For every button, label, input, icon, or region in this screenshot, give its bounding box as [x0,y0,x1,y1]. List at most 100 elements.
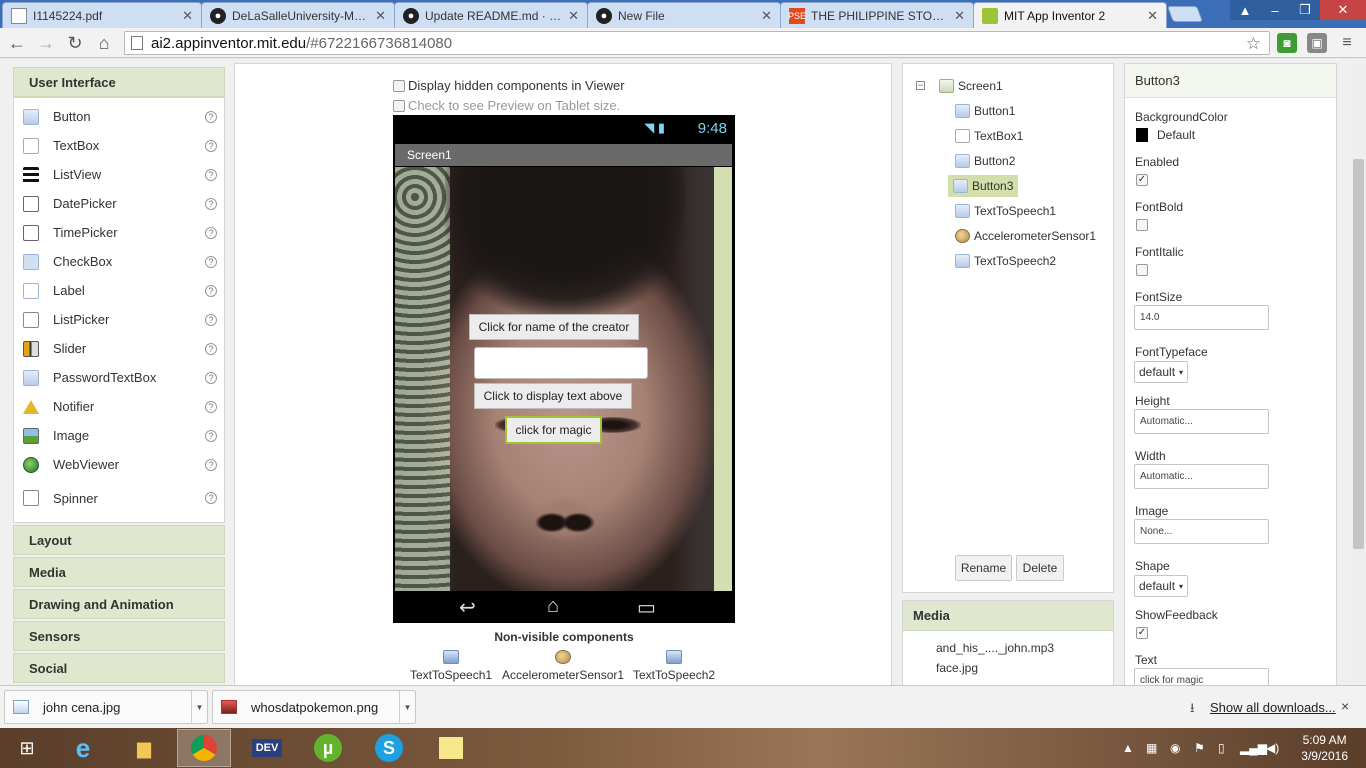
palette-item-button[interactable]: Button? [14,102,224,131]
media-file[interactable]: face.jpg [936,661,978,675]
close-tab-icon[interactable]: ✕ [182,8,193,24]
tablet-preview-toggle[interactable]: Check to see Preview on Tablet size. [393,98,620,113]
home-nav-icon[interactable]: ⌂ [547,595,559,618]
scrollbar-thumb[interactable] [1353,159,1364,549]
palette-item-datepicker[interactable]: DatePicker? [14,189,224,218]
new-tab-button[interactable] [1167,6,1203,22]
tab-github-3[interactable]: ● New File ✕ [587,2,781,28]
background-color-value[interactable]: Default [1157,128,1195,142]
tab-pse[interactable]: PSE THE PHILIPPINE STOCK EX ✕ [780,2,974,28]
bookmark-star-icon[interactable]: ☆ [1246,34,1261,54]
tab-pdf[interactable]: I1145224.pdf ✕ [2,2,202,28]
skype-icon[interactable]: S [362,729,416,767]
home-icon[interactable]: ⌂ [93,32,115,54]
palette-item-listview[interactable]: ListView? [14,160,224,189]
image-input[interactable]: None... [1134,519,1269,544]
address-bar[interactable]: ai2.appinventor.mit.edu/#672216673681408… [124,31,1270,55]
palette-item-passwordtextbox[interactable]: PasswordTextBox? [14,363,224,392]
nonvisible-accelerometer[interactable]: AccelerometerSensor1 [502,650,624,682]
palette-item-timepicker[interactable]: TimePicker? [14,218,224,247]
palette-category-social[interactable]: Social [13,653,225,683]
palette-item-image[interactable]: Image? [14,421,224,450]
enabled-checkbox[interactable]: ✓ [1136,174,1148,186]
palette-category-drawing-animation[interactable]: Drawing and Animation [13,589,225,619]
chevron-down-icon[interactable]: ▼ [191,691,207,723]
download-item[interactable]: whosdatpokemon.png ▼ [212,690,416,724]
taskbar-clock[interactable]: 5:09 AM 3/9/2016 [1301,732,1348,764]
color-swatch[interactable] [1136,128,1148,142]
user-icon[interactable]: ▲ [1230,0,1260,20]
windows-start-icon[interactable]: ⊞ [0,729,54,767]
utorrent-icon[interactable]: µ [301,729,355,767]
fonttypeface-dropdown[interactable]: default ▾ [1134,361,1189,383]
maximize-icon[interactable]: ❐ [1290,0,1320,20]
palette-category-layout[interactable]: Layout [13,525,225,555]
file-explorer-icon[interactable]: ▆ [117,729,171,767]
extension-icon[interactable]: ◙ [1277,33,1297,53]
help-icon[interactable]: ? [205,226,217,239]
extension-icon[interactable]: ▣ [1307,33,1327,53]
tree-item-textbox1[interactable]: TextBox1 [953,125,1027,147]
help-icon[interactable]: ? [205,110,217,123]
minimize-icon[interactable]: – [1260,0,1290,20]
help-icon[interactable]: ? [205,492,217,504]
close-tab-icon[interactable]: ✕ [761,8,772,24]
help-icon[interactable]: ? [205,400,217,413]
fontsize-input[interactable]: 14.0 [1134,305,1269,330]
app-button1[interactable]: Click for name of the creator [469,314,639,340]
help-icon[interactable]: ? [205,371,217,384]
show-hidden-components-toggle[interactable]: Display hidden components in Viewer [393,78,625,93]
close-tab-icon[interactable]: ✕ [954,8,965,24]
palette-item-label[interactable]: Label? [14,276,224,305]
menu-icon[interactable]: ≡ [1337,33,1357,53]
palette-item-checkbox[interactable]: CheckBox? [14,247,224,276]
help-icon[interactable]: ? [205,342,217,355]
fontbold-checkbox[interactable] [1136,219,1148,231]
help-icon[interactable]: ? [205,313,217,326]
tray-expand-icon[interactable]: ▲ [1122,741,1134,755]
show-all-downloads-link[interactable]: Show all downloads... [1210,700,1336,715]
nonvisible-texttospeech1[interactable]: TextToSpeech1 [410,650,492,682]
media-file[interactable]: and_his_...._john.mp3 [936,641,1054,655]
checkbox[interactable] [393,99,405,112]
help-icon[interactable]: ? [205,458,217,471]
page-scrollbar[interactable] [1351,63,1366,683]
tree-item-screen1[interactable]: Screen1 [937,75,1007,97]
tray-chrome-icon[interactable]: ◉ [1170,741,1180,755]
close-tab-icon[interactable]: ✕ [1147,8,1158,24]
palette-item-webviewer[interactable]: WebViewer? [14,450,224,479]
window-close-icon[interactable]: ✕ [1320,0,1366,20]
tree-item-accelerometer[interactable]: AccelerometerSensor1 [953,225,1100,247]
tree-item-button3[interactable]: Button3 [948,175,1018,197]
help-icon[interactable]: ? [205,197,217,210]
collapse-toggle-icon[interactable]: − [916,81,925,90]
tree-item-texttospeech1[interactable]: TextToSpeech1 [953,200,1060,222]
app-button2[interactable]: Click to display text above [474,383,632,409]
chrome-icon[interactable] [177,729,231,767]
width-input[interactable]: Automatic... [1134,464,1269,489]
palette-item-spinner[interactable]: Spinner? [14,479,224,517]
tab-github-1[interactable]: ● DeLaSalleUniversity-Manila ✕ [201,2,395,28]
tray-storage-icon[interactable]: ▯ [1218,741,1225,755]
help-icon[interactable]: ? [205,139,217,152]
network-signal-icon[interactable]: ▂▄▆ [1240,741,1267,755]
volume-icon[interactable]: ◀) [1266,741,1279,755]
reload-icon[interactable]: ↻ [64,32,86,54]
screen-canvas[interactable]: Click for name of the creator Click to d… [395,167,732,591]
fontitalic-checkbox[interactable] [1136,264,1148,276]
help-icon[interactable]: ? [205,255,217,268]
close-tab-icon[interactable]: ✕ [375,8,386,24]
palette-item-slider[interactable]: Slider? [14,334,224,363]
palette-category-user-interface[interactable]: User Interface [13,67,225,97]
recents-nav-icon[interactable]: ▭ [637,595,656,620]
tree-item-button2[interactable]: Button2 [953,150,1019,172]
close-tab-icon[interactable]: ✕ [568,8,579,24]
palette-item-listpicker[interactable]: ListPicker? [14,305,224,334]
devcpp-icon[interactable]: DEV [240,729,294,767]
delete-button[interactable]: Delete [1016,555,1064,581]
tab-appinventor[interactable]: MIT App Inventor 2 ✕ [973,2,1167,28]
shape-dropdown[interactable]: default ▾ [1134,575,1189,597]
palette-category-media[interactable]: Media [13,557,225,587]
help-icon[interactable]: ? [205,168,217,181]
help-icon[interactable]: ? [205,284,217,297]
